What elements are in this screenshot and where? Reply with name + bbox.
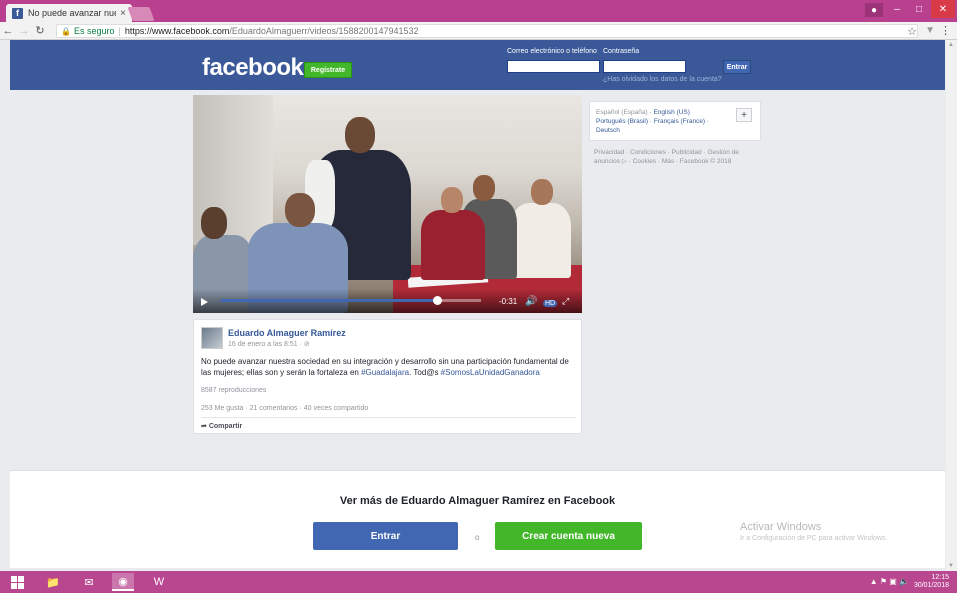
post-card: Eduardo Almaguer Ramírez 16 de enero a l… — [193, 319, 582, 434]
secure-label: Es seguro — [73, 26, 115, 36]
hashtag-link[interactable]: #SomosLaUnidadGanadora — [441, 368, 540, 377]
clock-time: 12:15 — [931, 574, 949, 581]
video-player[interactable]: -0:31 🔊 HD ⤢ — [193, 95, 582, 313]
post-author[interactable]: Eduardo Almaguer Ramírez — [228, 328, 346, 338]
browser-titlebar: f No puede avanzar nuest × ● – □ ✕ — [0, 0, 957, 22]
email-label: Correo electrónico o teléfono — [507, 48, 597, 55]
back-arrow-icon[interactable]: ← — [0, 25, 16, 37]
person-figure — [511, 203, 571, 278]
reload-icon[interactable]: ↻ — [32, 24, 48, 37]
post-text-mid: . Tod@s — [409, 368, 441, 377]
windows-start-icon[interactable] — [6, 573, 28, 591]
bookmark-star-icon[interactable]: ☆ — [907, 25, 917, 38]
language-link[interactable]: Français (France) — [654, 118, 705, 125]
clock-date: 30/01/2018 — [913, 582, 949, 589]
video-progress-fill — [221, 299, 437, 302]
windows-activation-title: Activar Windows — [740, 521, 822, 533]
footer-links[interactable]: Privacidad · Condiciones · Publicidad · … — [594, 148, 759, 166]
url-host: https://www.facebook.com — [124, 26, 230, 36]
forward-arrow-icon[interactable]: → — [16, 25, 32, 37]
file-explorer-icon[interactable]: 📁 — [42, 573, 64, 591]
video-progress-handle[interactable] — [432, 296, 442, 305]
video-progress-bar[interactable] — [221, 296, 481, 305]
chrome-icon[interactable]: ◉ — [112, 573, 134, 591]
post-text: No puede avanzar nuestra sociedad en su … — [201, 356, 579, 378]
facebook-logo[interactable]: facebook — [202, 54, 304, 82]
new-tab-button[interactable] — [127, 7, 155, 21]
view-count: 8587 reproducciones — [201, 387, 267, 394]
language-selector: Español (España) · English (US) Portuguê… — [589, 101, 761, 141]
browser-tab[interactable]: f No puede avanzar nuest × — [6, 4, 132, 22]
create-account-button[interactable]: Crear cuenta nueva — [495, 522, 642, 550]
lock-icon: 🔒 — [61, 26, 71, 36]
facebook-favicon-icon: f — [12, 7, 23, 19]
page-scrollbar[interactable]: ▲ ▼ — [946, 40, 957, 571]
address-bar[interactable]: 🔒 Es seguro | https://www.facebook.com/E… — [56, 24, 918, 38]
video-controls: -0:31 🔊 HD ⤢ — [193, 289, 582, 313]
password-label: Contraseña — [603, 48, 640, 55]
language-list: Español (España) · English (US) Portuguê… — [596, 109, 710, 134]
language-link[interactable]: Português (Brasil) — [596, 118, 648, 125]
person-figure — [441, 187, 463, 213]
language-link[interactable]: English (US) — [653, 109, 689, 116]
extension-shield-icon[interactable]: ▼ — [925, 25, 935, 36]
person-figure — [421, 210, 485, 280]
login-button[interactable]: Entrar — [723, 60, 751, 74]
register-button[interactable]: Regístrate — [304, 62, 352, 78]
word-icon[interactable]: W — [148, 573, 170, 591]
more-languages-button[interactable]: + — [736, 108, 752, 122]
browser-menu-icon[interactable]: ⋮ — [940, 24, 951, 37]
outlook-icon[interactable]: ✉ — [78, 573, 100, 591]
volume-icon[interactable]: 🔊 — [525, 296, 537, 307]
address-separator: | — [118, 26, 121, 36]
user-profile-icon[interactable]: ● — [865, 3, 883, 17]
hd-quality-icon[interactable]: HD — [543, 300, 558, 307]
banner-login-button[interactable]: Entrar — [313, 522, 458, 550]
share-arrow-icon: ➦ — [201, 423, 207, 430]
reaction-stats[interactable]: 253 Me gusta · 21 comentarios · 40 veces… — [201, 405, 368, 412]
video-time: -0:31 — [499, 297, 518, 306]
close-window-button[interactable]: ✕ — [931, 0, 955, 18]
person-figure — [531, 179, 553, 205]
maximize-button[interactable]: □ — [909, 0, 929, 18]
email-input[interactable] — [507, 60, 600, 73]
tab-close-icon[interactable]: × — [120, 8, 126, 19]
browser-toolbar: ← → ↻ 🔒 Es seguro | https://www.facebook… — [0, 22, 957, 40]
login-banner: Ver más de Eduardo Almaguer Ramírez en F… — [10, 470, 945, 568]
password-input[interactable] — [603, 60, 686, 73]
post-date[interactable]: 16 de enero a las 8:51 · ⊘ — [228, 340, 310, 348]
hashtag-link[interactable]: #Guadalajara — [361, 368, 409, 377]
share-button[interactable]: ➦ Compartir — [201, 422, 242, 430]
windows-activation-subtitle: Ir a Configuración de PC para activar Wi… — [740, 535, 888, 542]
forgot-account-link[interactable]: ¿Has olvidado los datos de la cuenta? — [603, 76, 722, 83]
minimize-button[interactable]: – — [887, 0, 907, 18]
speaker-figure — [345, 117, 375, 153]
windows-taskbar: 📁 ✉ ◉ W ▲ ⚑ ▣ 🔈 12:15 30/01/2018 — [0, 571, 957, 593]
person-figure — [473, 175, 495, 201]
language-link[interactable]: Deutsch — [596, 127, 620, 134]
avatar[interactable] — [201, 327, 223, 349]
person-figure — [285, 193, 315, 227]
facebook-header: facebook Regístrate Correo electrónico o… — [10, 40, 945, 90]
scroll-down-icon[interactable]: ▼ — [948, 563, 954, 569]
taskbar-clock[interactable]: 12:15 30/01/2018 — [914, 574, 949, 590]
share-label: Compartir — [208, 423, 243, 430]
scroll-up-icon[interactable]: ▲ — [948, 42, 954, 48]
divider — [201, 417, 576, 418]
system-tray-icons[interactable]: ▲ ⚑ ▣ 🔈 — [870, 577, 909, 586]
fullscreen-icon[interactable]: ⤢ — [562, 296, 569, 307]
or-separator: o — [475, 533, 480, 542]
play-icon[interactable] — [201, 298, 208, 306]
url-path: /EduardoAlmaguerr/videos/158820014794153… — [229, 26, 419, 36]
banner-title: Ver más de Eduardo Almaguer Ramírez en F… — [339, 495, 616, 507]
tab-title: No puede avanzar nuest — [28, 8, 116, 18]
current-language: Español (España) — [596, 109, 648, 116]
person-figure — [201, 207, 227, 239]
